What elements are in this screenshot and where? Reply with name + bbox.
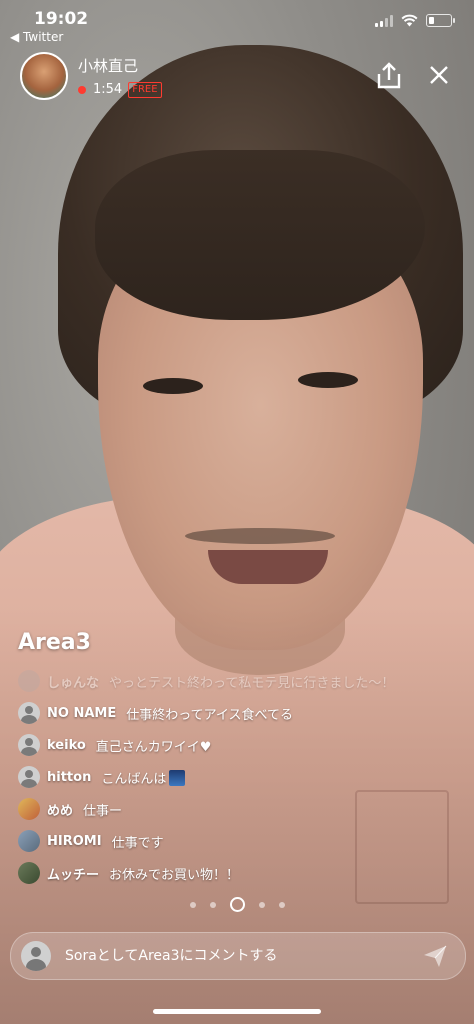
battery-icon <box>426 14 455 27</box>
comment-avatar[interactable] <box>18 798 40 820</box>
status-bar: 19:02 ◀ Twitter <box>0 0 474 44</box>
comment-user[interactable]: hitton <box>47 770 91 785</box>
comment-user[interactable]: HIROMI <box>47 834 102 849</box>
comment-text-content: こんばんは <box>101 771 167 787</box>
video-eye-left <box>143 378 203 394</box>
comment-user[interactable]: めめ <box>47 800 73 819</box>
room-title: Area3 <box>18 630 91 655</box>
comment-avatar[interactable] <box>18 862 40 884</box>
comment-text: 仕事ー <box>83 803 123 819</box>
comment-user[interactable]: ムッチー <box>47 864 99 883</box>
host-name[interactable]: 小林直己 <box>78 55 162 76</box>
night-city-emoji-icon <box>169 769 186 786</box>
comment-bar <box>10 932 466 980</box>
comment-item: NO NAME 仕事終わってアイス食べてる <box>18 697 458 729</box>
comment-item: keiko 直己さんカワイイ♥ <box>18 729 458 761</box>
live-elapsed-time: 1:54 <box>93 82 123 97</box>
comment-item: HIROMI 仕事です <box>18 825 458 857</box>
comment-item: しゅんな やっとテスト終わって私モテ見に行きました〜！ <box>18 665 458 697</box>
share-icon[interactable] <box>373 60 405 92</box>
comment-text: 仕事終わってアイス食べてる <box>126 707 294 723</box>
user-avatar-icon <box>21 941 51 971</box>
video-eye-right <box>298 372 358 388</box>
comment-list: しゅんな やっとテスト終わって私モテ見に行きました〜！ NO NAME 仕事終わ… <box>18 665 458 889</box>
page-dot[interactable] <box>258 901 265 908</box>
live-dot-icon <box>78 85 86 94</box>
comment-text: やっとテスト終わって私モテ見に行きました〜！ <box>109 675 395 691</box>
comment-text: こんばんは <box>101 768 186 787</box>
host-meta: 1:54 FREE <box>78 81 162 98</box>
host-info: 小林直己 1:54 FREE <box>78 55 162 98</box>
status-time: 19:02 <box>34 9 89 29</box>
back-to-twitter[interactable]: ◀ Twitter <box>10 30 63 44</box>
page-indicator <box>0 897 474 912</box>
comment-avatar[interactable] <box>18 830 40 852</box>
wifi-icon <box>401 14 418 27</box>
home-indicator[interactable] <box>153 1009 321 1014</box>
page-dot[interactable] <box>278 901 285 908</box>
video-mustache <box>185 528 335 544</box>
host-header: 小林直己 1:54 FREE <box>20 52 162 100</box>
comment-avatar[interactable] <box>18 670 40 692</box>
comment-user[interactable]: NO NAME <box>47 706 116 721</box>
signal-icon <box>375 14 393 27</box>
close-icon[interactable] <box>424 60 454 90</box>
comment-avatar[interactable] <box>18 734 40 756</box>
comment-text: お休みでお買い物！！ <box>109 867 240 883</box>
comment-text: 仕事です <box>111 835 164 851</box>
comment-avatar[interactable] <box>18 766 40 788</box>
status-icons <box>375 14 455 27</box>
page-dot[interactable] <box>189 901 196 908</box>
page-dot-active[interactable] <box>229 897 245 912</box>
comment-user[interactable]: しゅんな <box>47 672 99 691</box>
comment-item: めめ 仕事ー <box>18 793 458 825</box>
host-avatar[interactable] <box>20 52 68 100</box>
comment-user[interactable]: keiko <box>47 738 86 753</box>
comment-avatar[interactable] <box>18 702 40 724</box>
comment-text: 直己さんカワイイ♥ <box>95 739 212 755</box>
comment-input[interactable] <box>63 947 421 965</box>
send-icon[interactable] <box>421 942 449 970</box>
page-dot[interactable] <box>209 901 216 908</box>
comment-item: hitton こんばんは <box>18 761 458 793</box>
video-mouth <box>208 550 328 584</box>
free-badge: FREE <box>128 81 162 98</box>
comment-item: ムッチー お休みでお買い物！！ <box>18 857 458 889</box>
